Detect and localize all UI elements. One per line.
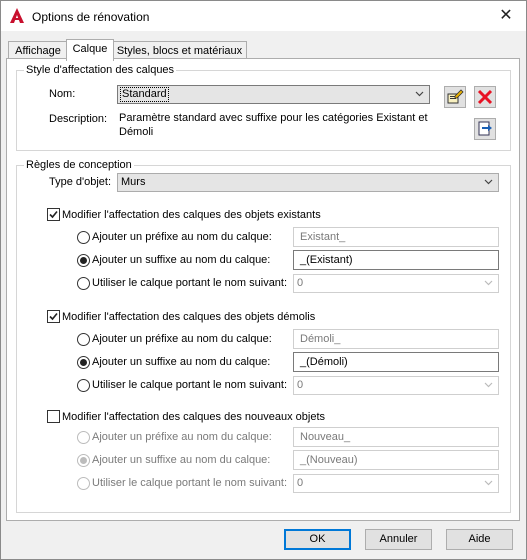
chevron-down-icon xyxy=(484,382,493,388)
autocad-a-icon xyxy=(10,8,24,23)
import-export-button[interactable] xyxy=(474,118,496,140)
existing-prefix-label[interactable]: Ajouter un préfixe au nom du calque: xyxy=(92,231,272,244)
new-objects-checkbox-label[interactable]: Modifier l'affectation des calques des n… xyxy=(62,411,325,424)
description-text: Paramètre standard avec suffixe pour les… xyxy=(119,112,428,138)
name-dropdown-value: Standard xyxy=(120,87,169,102)
demolished-layer-radio[interactable] xyxy=(77,379,90,392)
checkmark-icon xyxy=(49,210,58,219)
existing-prefix-radio[interactable] xyxy=(77,231,90,244)
delete-x-icon xyxy=(477,89,493,105)
import-export-icon xyxy=(478,121,492,136)
existing-objects-checkbox-label[interactable]: Modifier l'affectation des calques des o… xyxy=(62,209,321,222)
existing-suffix-input[interactable]: _(Existant) xyxy=(293,250,499,270)
chevron-down-icon xyxy=(484,480,493,486)
new-suffix-label: Ajouter un suffixe au nom du calque: xyxy=(92,454,271,466)
help-button[interactable]: Aide xyxy=(446,529,513,550)
new-objects-checkbox[interactable] xyxy=(47,410,60,423)
new-layer-radio[interactable] xyxy=(77,477,90,490)
new-prefix-radio[interactable] xyxy=(77,431,90,444)
existing-suffix-label[interactable]: Ajouter un suffixe au nom du calque: xyxy=(92,254,270,267)
demolished-suffix-label[interactable]: Ajouter un suffixe au nom du calque: xyxy=(92,356,270,369)
edit-style-button[interactable] xyxy=(444,86,466,108)
demolished-objects-checkbox[interactable] xyxy=(47,310,60,323)
existing-layer-value: 0 xyxy=(297,277,304,289)
name-dropdown[interactable]: Standard xyxy=(117,85,430,104)
existing-suffix-value: _(Existant) xyxy=(300,254,353,266)
new-layer-value: 0 xyxy=(297,477,304,489)
chevron-down-icon xyxy=(484,280,493,286)
object-type-label: Type d'objet: xyxy=(49,176,112,188)
new-suffix-radio[interactable] xyxy=(77,454,90,467)
checkmark-icon xyxy=(49,312,58,321)
demolished-prefix-value: Démoli_ xyxy=(300,333,341,345)
object-type-value: Murs xyxy=(121,176,146,188)
chevron-down-icon xyxy=(415,91,424,97)
rules-group-legend: Règles de conception xyxy=(24,159,134,172)
new-layer-dropdown[interactable]: 0 xyxy=(293,474,499,493)
new-prefix-label: Ajouter un préfixe au nom du calque: xyxy=(92,431,272,443)
new-layer-label: Utiliser le calque portant le nom suivan… xyxy=(92,477,288,489)
ok-button[interactable]: OK xyxy=(284,529,351,550)
object-type-dropdown[interactable]: Murs xyxy=(117,173,499,192)
title-bar: Options de rénovation ✕ xyxy=(1,1,526,31)
existing-layer-dropdown[interactable]: 0 xyxy=(293,274,499,293)
edit-style-icon xyxy=(447,89,464,104)
existing-layer-radio[interactable] xyxy=(77,277,90,290)
demolished-layer-dropdown[interactable]: 0 xyxy=(293,376,499,395)
demolished-prefix-radio[interactable] xyxy=(77,333,90,346)
existing-suffix-radio[interactable] xyxy=(77,254,90,267)
demolished-prefix-label[interactable]: Ajouter un préfixe au nom du calque: xyxy=(92,333,272,346)
description-label: Description: xyxy=(49,113,108,125)
existing-layer-label[interactable]: Utiliser le calque portant le nom suivan… xyxy=(92,277,287,290)
cancel-button[interactable]: Annuler xyxy=(365,529,432,550)
demolished-suffix-input[interactable]: _(Démoli) xyxy=(293,352,499,372)
existing-objects-checkbox[interactable] xyxy=(47,208,60,221)
new-prefix-input[interactable]: Nouveau_ xyxy=(293,427,499,447)
new-prefix-value: Nouveau_ xyxy=(300,431,351,443)
window-title: Options de rénovation xyxy=(32,10,150,24)
name-label: Nom: xyxy=(49,88,76,100)
existing-prefix-value: Existant_ xyxy=(300,231,346,243)
style-group-legend: Style d'affectation des calques xyxy=(24,64,177,77)
demolished-layer-label[interactable]: Utiliser le calque portant le nom suivan… xyxy=(92,379,287,392)
existing-prefix-input[interactable]: Existant_ xyxy=(293,227,499,247)
demolished-objects-checkbox-label[interactable]: Modifier l'affectation des calques des o… xyxy=(62,311,315,324)
delete-style-button[interactable] xyxy=(474,86,496,108)
demolished-prefix-input[interactable]: Démoli_ xyxy=(293,329,499,349)
new-suffix-value: _(Nouveau) xyxy=(300,454,358,466)
chevron-down-icon xyxy=(484,179,493,185)
demolished-suffix-value: _(Démoli) xyxy=(300,356,348,368)
close-icon[interactable]: ✕ xyxy=(486,1,526,31)
new-suffix-input[interactable]: _(Nouveau) xyxy=(293,450,499,470)
demolished-suffix-radio[interactable] xyxy=(77,356,90,369)
tab-calque[interactable]: Calque xyxy=(66,39,114,61)
demolished-layer-value: 0 xyxy=(297,379,304,391)
